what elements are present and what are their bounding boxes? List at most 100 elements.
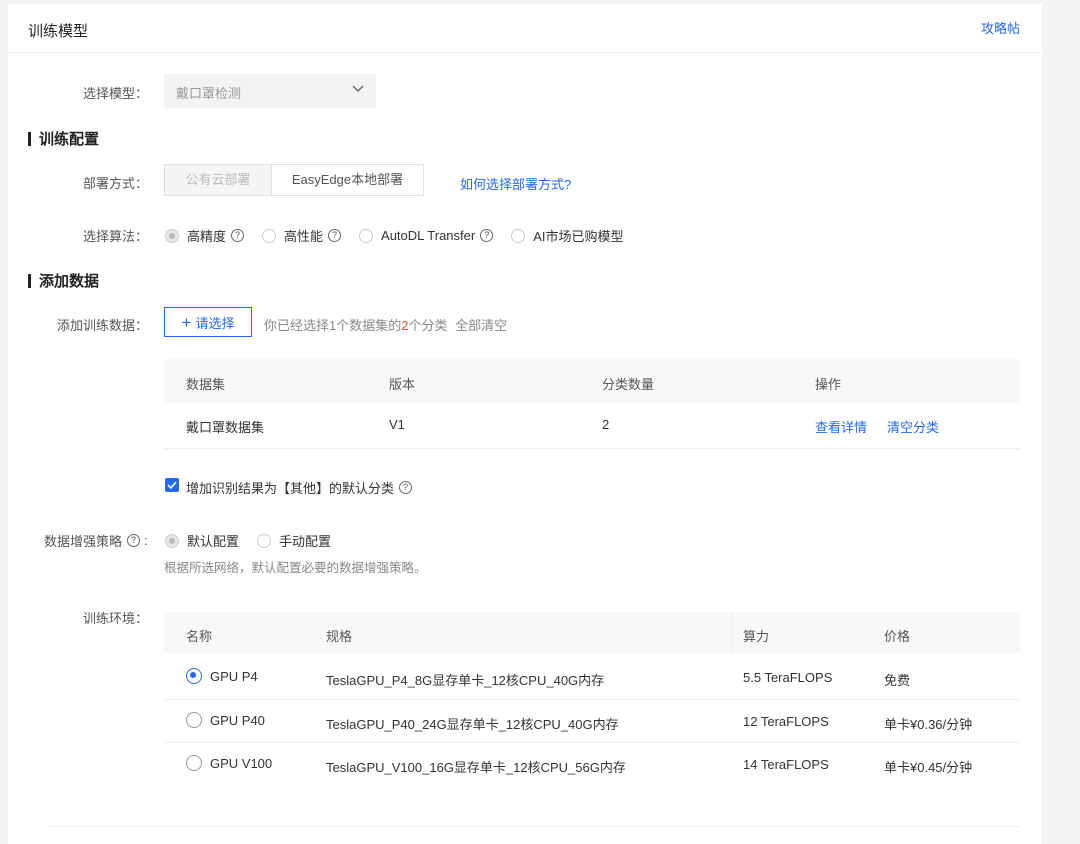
dataset-table-header: 数据集 版本 分类数量 操作: [164, 359, 1020, 403]
default-class-checkbox[interactable]: [165, 478, 179, 492]
augmentation-radio-group: 默认配置 手动配置: [165, 531, 349, 550]
column-divider: [732, 612, 733, 654]
chevron-down-icon: [352, 85, 364, 92]
column-header: 版本: [389, 377, 416, 392]
algorithm-radio-high-precision[interactable]: 高精度 ?: [165, 226, 245, 245]
augmentation-radio-default[interactable]: 默认配置: [165, 531, 239, 550]
section-train-config: 训练配置: [28, 128, 99, 149]
environment-table: 名称 规格 算力 价格 GPU P4 TeslaGPU_P4_8G显存单卡_12…: [164, 612, 1020, 786]
radio-circle: [165, 533, 179, 548]
algorithm-label: 选择算法：: [82, 229, 148, 244]
radio-circle: [165, 228, 179, 243]
augmentation-label: 数据增强策略: [44, 534, 123, 549]
env-name: GPU P40: [210, 712, 265, 728]
train-model-panel: 训练模型 攻略帖 选择模型： 戴口罩检测 训练配置 部署方式： 公有云部署 Ea…: [8, 4, 1042, 844]
section-train-config-label: 训练配置: [39, 131, 100, 148]
radio-circle: [186, 668, 202, 684]
algorithm-radio-autodl[interactable]: AutoDL Transfer ?: [359, 228, 494, 243]
augmentation-option-label: 手动配置: [279, 534, 332, 549]
deploy-option-easyedge[interactable]: EasyEdge本地部署: [271, 164, 424, 196]
env-name: GPU V100: [210, 755, 273, 771]
augmentation-radio-manual[interactable]: 手动配置: [257, 531, 331, 550]
check-icon: [167, 481, 177, 490]
env-row-gpu-v100[interactable]: GPU V100: [186, 755, 272, 771]
radio-circle: [262, 228, 277, 243]
default-class-row: 增加识别结果为【其他】的默认分类 ?: [186, 478, 413, 497]
view-details-link[interactable]: 查看详情: [815, 417, 867, 436]
environment-table-header: 名称 规格 算力 价格: [164, 612, 1020, 654]
question-circle-icon: ?: [328, 229, 342, 242]
radio-circle: [257, 533, 272, 548]
algorithm-radio-group: 高精度 ? 高性能 ? AutoDL Transfer ? AI市场已购模型: [165, 226, 642, 245]
question-circle-icon: ?: [231, 229, 245, 242]
augmentation-label-row: 数据增强策略 ? :: [44, 531, 148, 550]
algorithm-radio-high-performance[interactable]: 高性能 ?: [262, 226, 342, 245]
deploy-option-cloud[interactable]: 公有云部署: [164, 164, 272, 196]
env-row-gpu-p4[interactable]: GPU P4: [186, 668, 258, 684]
column-header: 操作: [815, 377, 842, 392]
data-selection-info: 你已经选择1个数据集的2个分类 全部清空: [264, 315, 507, 334]
train-data-label: 添加训练数据：: [56, 318, 148, 333]
select-data-button[interactable]: + 请选择: [164, 307, 252, 337]
dataset-class-count: 2: [602, 417, 610, 432]
radio-circle: [186, 712, 202, 728]
model-select-value: 戴口罩检测: [176, 86, 242, 101]
select-data-button-label: 请选择: [195, 315, 235, 331]
env-radio[interactable]: [186, 668, 210, 684]
column-header: 数据集: [186, 377, 226, 392]
label-colon: :: [144, 533, 148, 548]
dataset-version: V1: [389, 417, 405, 432]
page-header: 训练模型 攻略帖: [8, 4, 1042, 53]
env-radio[interactable]: [186, 712, 210, 728]
page-title: 训练模型: [28, 23, 89, 40]
plus-icon: +: [181, 312, 192, 332]
dataset-table: 数据集 版本 分类数量 操作 戴口罩数据集 V1 2 查看详情 清空分类: [164, 359, 1020, 449]
question-circle-icon: ?: [399, 481, 413, 494]
model-select[interactable]: 戴口罩检测: [164, 74, 376, 108]
section-bar: [28, 132, 31, 146]
default-class-label: 增加识别结果为【其他】的默认分类: [186, 481, 395, 496]
env-price: 单卡¥0.36/分钟: [884, 717, 973, 732]
radio-circle: [186, 755, 202, 771]
augmentation-hint: 根据所选网络，默认配置必要的数据增强策略。: [164, 561, 427, 575]
env-power: 12 TeraFLOPS: [743, 714, 829, 729]
deploy-help-link[interactable]: 如何选择部署方式?: [460, 174, 571, 193]
algorithm-option-label: AutoDL Transfer: [381, 228, 476, 243]
augmentation-option-label: 默认配置: [187, 534, 240, 549]
deploy-label: 部署方式：: [82, 176, 148, 191]
env-radio[interactable]: [186, 755, 210, 771]
clear-all-link[interactable]: 全部清空: [455, 318, 507, 333]
column-header: 名称: [186, 629, 213, 644]
column-header: 价格: [884, 629, 911, 644]
radio-circle: [359, 228, 374, 243]
env-spec: TeslaGPU_P40_24G显存单卡_12核CPU_40G内存: [326, 717, 619, 732]
guide-link[interactable]: 攻略帖: [981, 18, 1020, 37]
dataset-name: 戴口罩数据集: [186, 420, 265, 435]
environment-label: 训练环境：: [82, 611, 148, 626]
env-power: 5.5 TeraFLOPS: [743, 670, 833, 685]
algorithm-option-label: AI市场已购模型: [533, 229, 624, 244]
env-name: GPU P4: [210, 668, 258, 684]
column-header: 分类数量: [602, 377, 655, 392]
column-header: 规格: [326, 629, 353, 644]
section-bar: [28, 274, 31, 288]
question-circle-icon: ?: [127, 534, 141, 547]
clear-classes-link[interactable]: 清空分类: [887, 417, 939, 436]
section-add-data-label: 添加数据: [39, 273, 100, 290]
column-header: 算力: [743, 629, 770, 644]
algorithm-option-label: 高性能: [284, 229, 324, 244]
data-selection-prefix: 你已经选择1个数据集的: [264, 318, 402, 333]
row-divider: [164, 699, 1020, 700]
env-price: 免费: [884, 673, 911, 688]
env-price: 单卡¥0.45/分钟: [884, 760, 973, 775]
divider: [48, 826, 1020, 827]
radio-circle: [511, 228, 526, 243]
env-spec: TeslaGPU_V100_16G显存单卡_12核CPU_56G内存: [326, 760, 626, 775]
algorithm-radio-ai-market[interactable]: AI市场已购模型: [511, 226, 624, 245]
row-divider: [164, 742, 1020, 743]
section-add-data: 添加数据: [28, 270, 99, 291]
row-divider: [164, 448, 1020, 449]
env-power: 14 TeraFLOPS: [743, 757, 829, 772]
env-row-gpu-p40[interactable]: GPU P40: [186, 712, 265, 728]
model-select-label: 选择模型：: [82, 86, 148, 101]
